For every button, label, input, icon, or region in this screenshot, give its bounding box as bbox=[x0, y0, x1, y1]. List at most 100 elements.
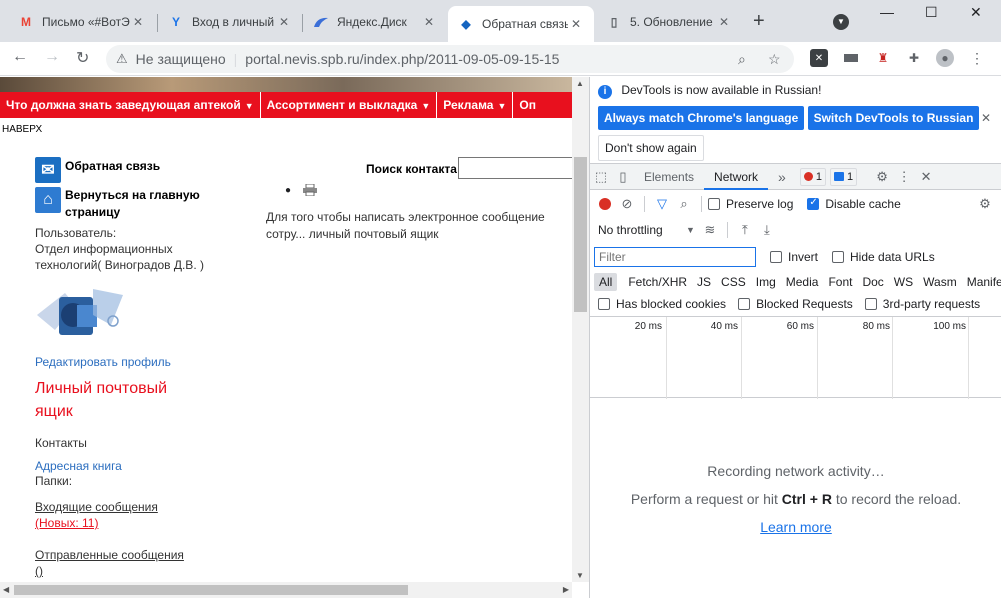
disable-cache-checkbox[interactable] bbox=[807, 197, 820, 210]
network-settings-icon[interactable]: ⚙ bbox=[974, 193, 996, 215]
security-label[interactable]: Не защищено bbox=[136, 51, 226, 67]
scroll-up-icon[interactable]: ▲ bbox=[576, 79, 584, 88]
browser-tab-gmail[interactable]: M Письмо «#ВотЭ ✕ bbox=[8, 6, 156, 38]
invert-checkbox[interactable] bbox=[770, 251, 782, 263]
menu-item-ads[interactable]: Реклама ▼ bbox=[437, 92, 514, 118]
third-party-checkbox[interactable] bbox=[864, 298, 877, 310]
address-book-link[interactable]: Адресная книга bbox=[35, 459, 235, 473]
tab-search-button[interactable]: ▼ bbox=[833, 14, 849, 30]
back-button[interactable]: ← bbox=[12, 48, 28, 66]
preserve-log-checkbox[interactable] bbox=[708, 198, 720, 210]
sent-count[interactable]: () bbox=[35, 563, 235, 579]
filter-font[interactable]: Font bbox=[823, 273, 857, 291]
network-overview-timeline[interactable]: 20 ms 40 ms 60 ms 80 ms 100 ms bbox=[590, 316, 1001, 399]
device-toolbar-icon[interactable]: ▯ bbox=[612, 166, 634, 188]
close-tab-icon[interactable]: ✕ bbox=[568, 17, 584, 31]
filter-manifest[interactable]: Manifest bbox=[962, 273, 1001, 291]
browser-menu-icon[interactable]: ⋮ bbox=[968, 49, 986, 67]
import-har-icon[interactable]: ⤒ bbox=[734, 219, 756, 241]
scrollbar-thumb[interactable] bbox=[14, 585, 408, 595]
record-icon[interactable] bbox=[594, 193, 616, 215]
more-tabs-button[interactable]: » bbox=[768, 164, 796, 190]
filter-css[interactable]: CSS bbox=[716, 273, 751, 291]
export-har-icon[interactable]: ⤓ bbox=[756, 219, 778, 241]
browser-tab-login[interactable]: Y Вход в личный ✕ bbox=[158, 6, 302, 38]
filter-img[interactable]: Img bbox=[751, 273, 781, 291]
match-language-button[interactable]: Always match Chrome's language bbox=[598, 106, 805, 130]
address-bar[interactable]: ⚠ Не защищено | portal.nevis.spb.ru/inde… bbox=[106, 45, 794, 73]
filter-doc[interactable]: Doc bbox=[857, 273, 888, 291]
inbox-link[interactable]: Входящие сообщения bbox=[35, 499, 235, 515]
home-link[interactable]: ⌂ Вернуться на главную страницу bbox=[35, 187, 235, 221]
extension-icon[interactable]: ♜ bbox=[874, 49, 892, 67]
close-tab-icon[interactable]: ✕ bbox=[421, 15, 437, 29]
page-horizontal-scrollbar[interactable]: ◀ ▶ bbox=[0, 582, 572, 598]
filter-js[interactable]: JS bbox=[692, 273, 716, 291]
menu-item-assortment[interactable]: Ассортимент и выкладка ▼ bbox=[261, 92, 438, 118]
maximize-button[interactable]: ☐ bbox=[925, 4, 938, 21]
feedback-link[interactable]: ✉ Обратная связь bbox=[35, 157, 235, 183]
scrollbar-thumb[interactable] bbox=[574, 157, 587, 312]
error-count-badge[interactable]: 1 bbox=[799, 167, 826, 186]
warning-icon[interactable]: ⚠ bbox=[116, 51, 128, 67]
minimize-button[interactable]: — bbox=[880, 4, 894, 20]
blocked-cookies-checkbox[interactable] bbox=[598, 298, 610, 310]
edit-profile-link[interactable]: Редактировать профиль bbox=[35, 355, 235, 369]
filter-ws[interactable]: WS bbox=[889, 273, 918, 291]
forward-button[interactable]: → bbox=[44, 48, 60, 66]
scroll-down-icon[interactable]: ▼ bbox=[576, 571, 584, 580]
window-close-button[interactable]: ✕ bbox=[970, 4, 982, 21]
filter-all[interactable]: All bbox=[594, 273, 618, 291]
inspect-element-icon[interactable]: ⬚ bbox=[590, 166, 612, 188]
blocked-requests-checkbox[interactable] bbox=[738, 298, 751, 310]
zoom-icon[interactable]: ⌕ bbox=[738, 51, 746, 68]
scroll-right-icon[interactable]: ▶ bbox=[563, 585, 569, 594]
extensions-puzzle-icon[interactable]: ✚ bbox=[905, 49, 923, 67]
browser-tab-update[interactable]: ▯ 5. Обновление ✕ bbox=[596, 6, 742, 38]
url-text[interactable]: portal.nevis.spb.ru/index.php/2011-09-05… bbox=[245, 51, 559, 67]
page-vertical-scrollbar[interactable]: ▲ ▼ bbox=[572, 77, 589, 582]
close-tab-icon[interactable]: ✕ bbox=[716, 15, 732, 29]
clear-icon[interactable]: ⊘ bbox=[616, 193, 638, 215]
devtools-panel: i DevTools is now available in Russian! … bbox=[589, 77, 1001, 598]
settings-gear-icon[interactable]: ⚙ bbox=[871, 166, 893, 188]
profile-avatar-icon[interactable]: ● bbox=[936, 49, 954, 67]
printer-icon[interactable] bbox=[303, 184, 317, 196]
message-icon bbox=[833, 172, 844, 181]
tab-elements[interactable]: Elements bbox=[634, 164, 704, 190]
network-conditions-icon[interactable]: ≋ bbox=[699, 219, 721, 241]
close-tab-icon[interactable]: ✕ bbox=[276, 15, 292, 29]
close-tab-icon[interactable]: ✕ bbox=[130, 15, 146, 29]
browser-tab-yandex-disk[interactable]: Яндекс.Диск ✕ bbox=[303, 6, 447, 38]
filter-icon[interactable]: ▽ bbox=[651, 193, 673, 215]
filter-media[interactable]: Media bbox=[781, 273, 824, 291]
devtools-menu-icon[interactable]: ⋮ bbox=[893, 166, 915, 188]
menu-item-more[interactable]: Оп bbox=[513, 92, 542, 118]
menu-item-pharmacy[interactable]: Что должна знать заведующая аптекой ▼ bbox=[0, 92, 261, 118]
back-to-top-link[interactable]: НАВЕРХ bbox=[2, 124, 42, 135]
inbox-new-count[interactable]: (Новых: 11) bbox=[35, 515, 235, 531]
sent-link[interactable]: Отправленные сообщения bbox=[35, 547, 235, 563]
bookmark-star-icon[interactable]: ☆ bbox=[768, 51, 781, 68]
switch-russian-button[interactable]: Switch DevTools to Russian bbox=[807, 106, 980, 130]
throttling-select[interactable]: No throttling bbox=[598, 223, 686, 237]
message-count-badge[interactable]: 1 bbox=[829, 167, 858, 186]
scroll-left-icon[interactable]: ◀ bbox=[3, 585, 9, 594]
search-icon[interactable]: ⌕ bbox=[673, 193, 695, 215]
close-infobar-icon[interactable]: ✕ bbox=[981, 111, 991, 125]
extension-icon[interactable] bbox=[842, 49, 860, 67]
browser-tab-feedback[interactable]: ◆ Обратная связь ✕ bbox=[448, 6, 594, 42]
hide-data-urls-checkbox[interactable] bbox=[832, 251, 845, 263]
dont-show-again-button[interactable]: Don't show again bbox=[598, 135, 704, 161]
filter-fetch-xhr[interactable]: Fetch/XHR bbox=[623, 273, 692, 291]
search-contact-input[interactable] bbox=[458, 157, 576, 179]
learn-more-link[interactable]: Learn more bbox=[590, 513, 1001, 541]
close-devtools-icon[interactable]: ✕ bbox=[915, 166, 937, 188]
filter-wasm[interactable]: Wasm bbox=[918, 273, 962, 291]
extension-icon[interactable]: ✕ bbox=[810, 49, 828, 67]
new-tab-button[interactable]: + bbox=[753, 11, 765, 31]
filter-input[interactable] bbox=[594, 247, 756, 267]
tab-network[interactable]: Network bbox=[704, 164, 769, 190]
dropdown-arrow-icon[interactable]: ▼ bbox=[686, 225, 695, 235]
reload-button[interactable]: ↻ bbox=[76, 48, 89, 68]
